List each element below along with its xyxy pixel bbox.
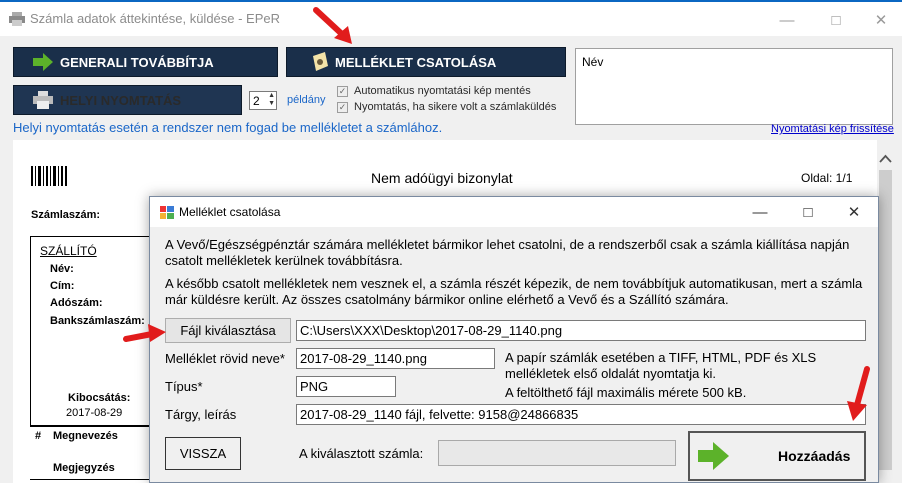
format-note: A papír számlák esetében a TIFF, HTML, P… <box>505 350 817 381</box>
local-print-button[interactable]: HELYI NYOMTATÁS <box>13 85 242 115</box>
maximize-icon[interactable]: □ <box>813 4 859 36</box>
type-label: Típus* <box>165 379 203 394</box>
name-box[interactable]: Név <box>575 48 893 125</box>
size-note: A feltölthető fájl maximális mérete 500 … <box>505 385 747 400</box>
close-icon[interactable]: ✕ <box>834 197 874 227</box>
minimize-icon[interactable]: — <box>764 4 810 36</box>
attachment-icon <box>309 52 331 72</box>
checkmark-icon: ✓ <box>337 101 348 113</box>
item-label: Megnevezés <box>53 430 118 442</box>
window-title: Számla adatok áttekintése, küldése - EPe… <box>30 11 281 26</box>
app-icon <box>160 206 174 224</box>
generali-forward-button[interactable]: GENERALI TOVÁBBÍTJA <box>13 47 278 77</box>
short-name-field[interactable]: 2017-08-29_1140.png <box>296 348 495 369</box>
add-arrow-icon <box>698 440 730 472</box>
dialog-paragraph-2: A később csatolt mellékletek nem vesznek… <box>165 276 863 307</box>
title-bar: Számla adatok áttekintése, küldése - EPe… <box>0 2 902 36</box>
attach-label: MELLÉKLET CSATOLÁSA <box>335 54 497 70</box>
note-label: Megjegyzés <box>53 462 115 474</box>
red-arrow-icon <box>122 322 168 351</box>
add-button[interactable]: Hozzáadás <box>688 431 866 481</box>
local-print-note: Helyi nyomtatás esetén a rendszer nem fo… <box>13 120 443 135</box>
choose-file-button[interactable]: Fájl kiválasztása <box>165 318 291 343</box>
choose-file-label: Fájl kiválasztása <box>180 323 276 338</box>
dialog-title: Melléklet csatolása <box>179 205 281 219</box>
close-icon[interactable]: ✕ <box>858 4 902 36</box>
refresh-print-preview-link[interactable]: Nyomtatási kép frissítése <box>771 123 894 135</box>
page-indicator: Oldal: 1/1 <box>801 171 853 185</box>
invoice-number-label: Számlaszám: <box>31 209 101 221</box>
printer-app-icon <box>9 12 25 26</box>
issued-date: 2017-08-29 <box>66 407 123 419</box>
checkmark-icon: ✓ <box>337 85 348 97</box>
print-on-success-checkbox[interactable]: ✓ Nyomtatás, ha sikere volt a számlaküldé… <box>337 101 556 113</box>
issued-label: Kibocsátás: <box>68 392 131 404</box>
printer-icon <box>32 90 54 110</box>
auto-save-label: Automatikus nyomtatási kép mentés <box>354 85 531 97</box>
attach-dialog: Melléklet csatolása — □ ✕ A Vevő/Egészsé… <box>149 196 879 483</box>
scroll-thumb[interactable] <box>879 170 892 470</box>
local-print-label: HELYI NYOMTATÁS <box>60 92 182 108</box>
address-label: Cím: <box>50 280 75 292</box>
copies-spinner[interactable]: 2 ▲ ▼ <box>249 91 277 110</box>
subject-field[interactable]: 2017-08-29_1140 fájl, felvette: 9158@248… <box>296 404 866 425</box>
name-label: Név: <box>50 263 74 275</box>
spinner-arrows-icon[interactable]: ▲ ▼ <box>268 92 275 108</box>
copies-unit: példány <box>287 94 326 106</box>
attach-button[interactable]: MELLÉKLET CSATOLÁSA <box>286 47 566 77</box>
auto-save-checkbox[interactable]: ✓ Automatikus nyomtatási kép mentés <box>337 85 531 97</box>
selected-invoice-field <box>438 440 676 466</box>
file-path-field[interactable]: C:\Users\XXX\Desktop\2017-08-29_1140.png <box>296 320 866 341</box>
green-arrow-icon <box>32 52 54 72</box>
dialog-paragraph-1: A Vevő/Egészségpénztár számára melléklet… <box>165 237 850 268</box>
add-label: Hozzáadás <box>778 448 851 464</box>
supplier-title: SZÁLLÍTÓ <box>40 244 97 258</box>
name-box-label: Név <box>582 55 604 69</box>
scroll-up-icon[interactable] <box>879 150 892 168</box>
back-button[interactable]: VISSZA <box>165 437 241 470</box>
barcode-icon <box>31 166 67 191</box>
generali-forward-label: GENERALI TOVÁBBÍTJA <box>60 54 214 70</box>
selected-invoice-label: A kiválasztott számla: <box>299 446 424 461</box>
subject-label: Tárgy, leírás <box>165 407 237 422</box>
red-arrow-icon <box>312 6 356 51</box>
print-on-success-label: Nyomtatás, ha sikere volt a számlaküldés <box>354 101 557 113</box>
red-arrow-icon <box>845 365 875 428</box>
type-field[interactable]: PNG <box>296 376 396 397</box>
copies-value: 2 <box>253 94 260 108</box>
short-name-label: Melléklet rövid neve* <box>165 351 285 366</box>
document-heading: Nem adóügyi bizonylat <box>371 170 513 186</box>
dialog-title-bar: Melléklet csatolása — □ ✕ <box>150 197 878 227</box>
row-hash: # <box>35 430 42 442</box>
back-label: VISSZA <box>179 446 227 461</box>
vertical-scrollbar[interactable] <box>877 140 894 483</box>
minimize-icon[interactable]: — <box>740 197 780 227</box>
maximize-icon[interactable]: □ <box>788 197 828 227</box>
tax-number-label: Adószám: <box>50 297 103 309</box>
